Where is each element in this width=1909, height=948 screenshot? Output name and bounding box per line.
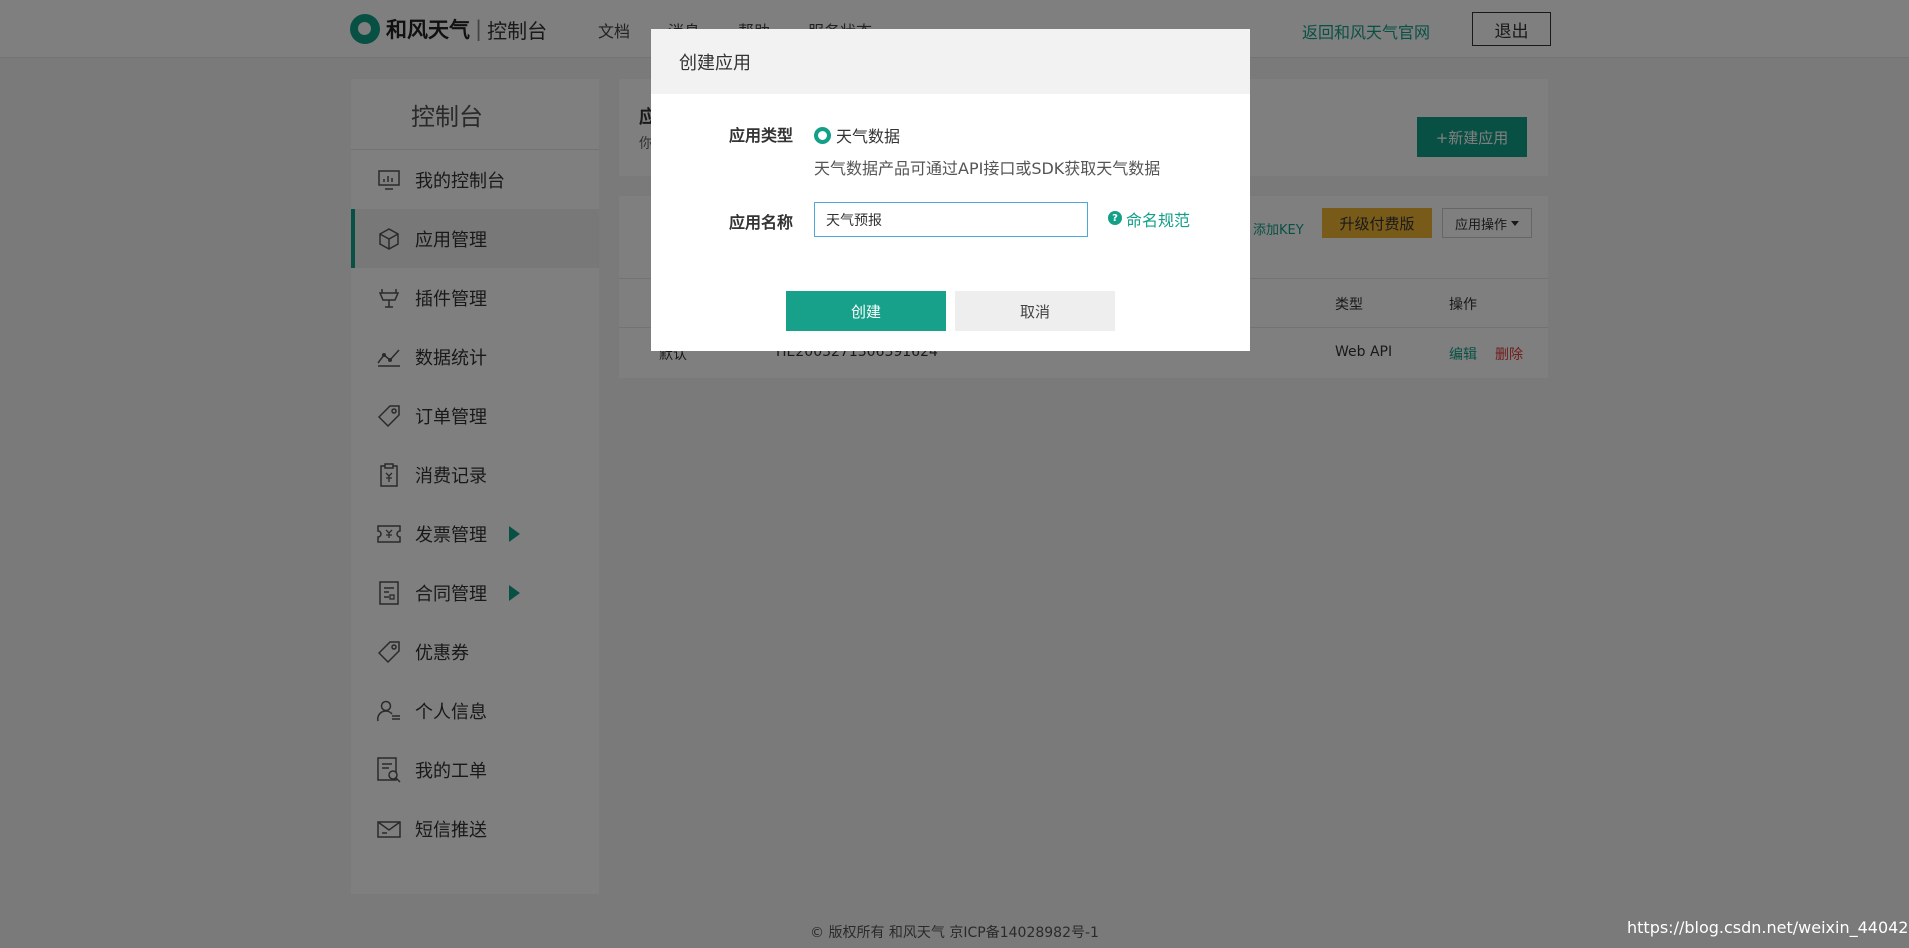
- create-app-dialog: 创建应用 应用类型 天气数据 天气数据产品可通过API接口或SDK获取天气数据 …: [651, 29, 1250, 351]
- cancel-button[interactable]: 取消: [955, 291, 1115, 331]
- app-type-description: 天气数据产品可通过API接口或SDK获取天气数据: [814, 159, 1161, 178]
- app-type-label: 应用类型: [729, 126, 794, 145]
- naming-rules-link[interactable]: 命名规范: [1126, 207, 1190, 231]
- watermark: https://blog.csdn.net/weixin_44042074: [1627, 918, 1909, 937]
- app-name-label: 应用名称: [729, 213, 794, 232]
- weather-data-radio-label[interactable]: 天气数据: [836, 123, 900, 147]
- question-circle-icon: ?: [1108, 211, 1122, 225]
- weather-data-radio[interactable]: [814, 127, 831, 144]
- app-name-input[interactable]: [814, 202, 1088, 237]
- dialog-title: 创建应用: [651, 29, 1250, 94]
- create-button[interactable]: 创建: [786, 291, 946, 331]
